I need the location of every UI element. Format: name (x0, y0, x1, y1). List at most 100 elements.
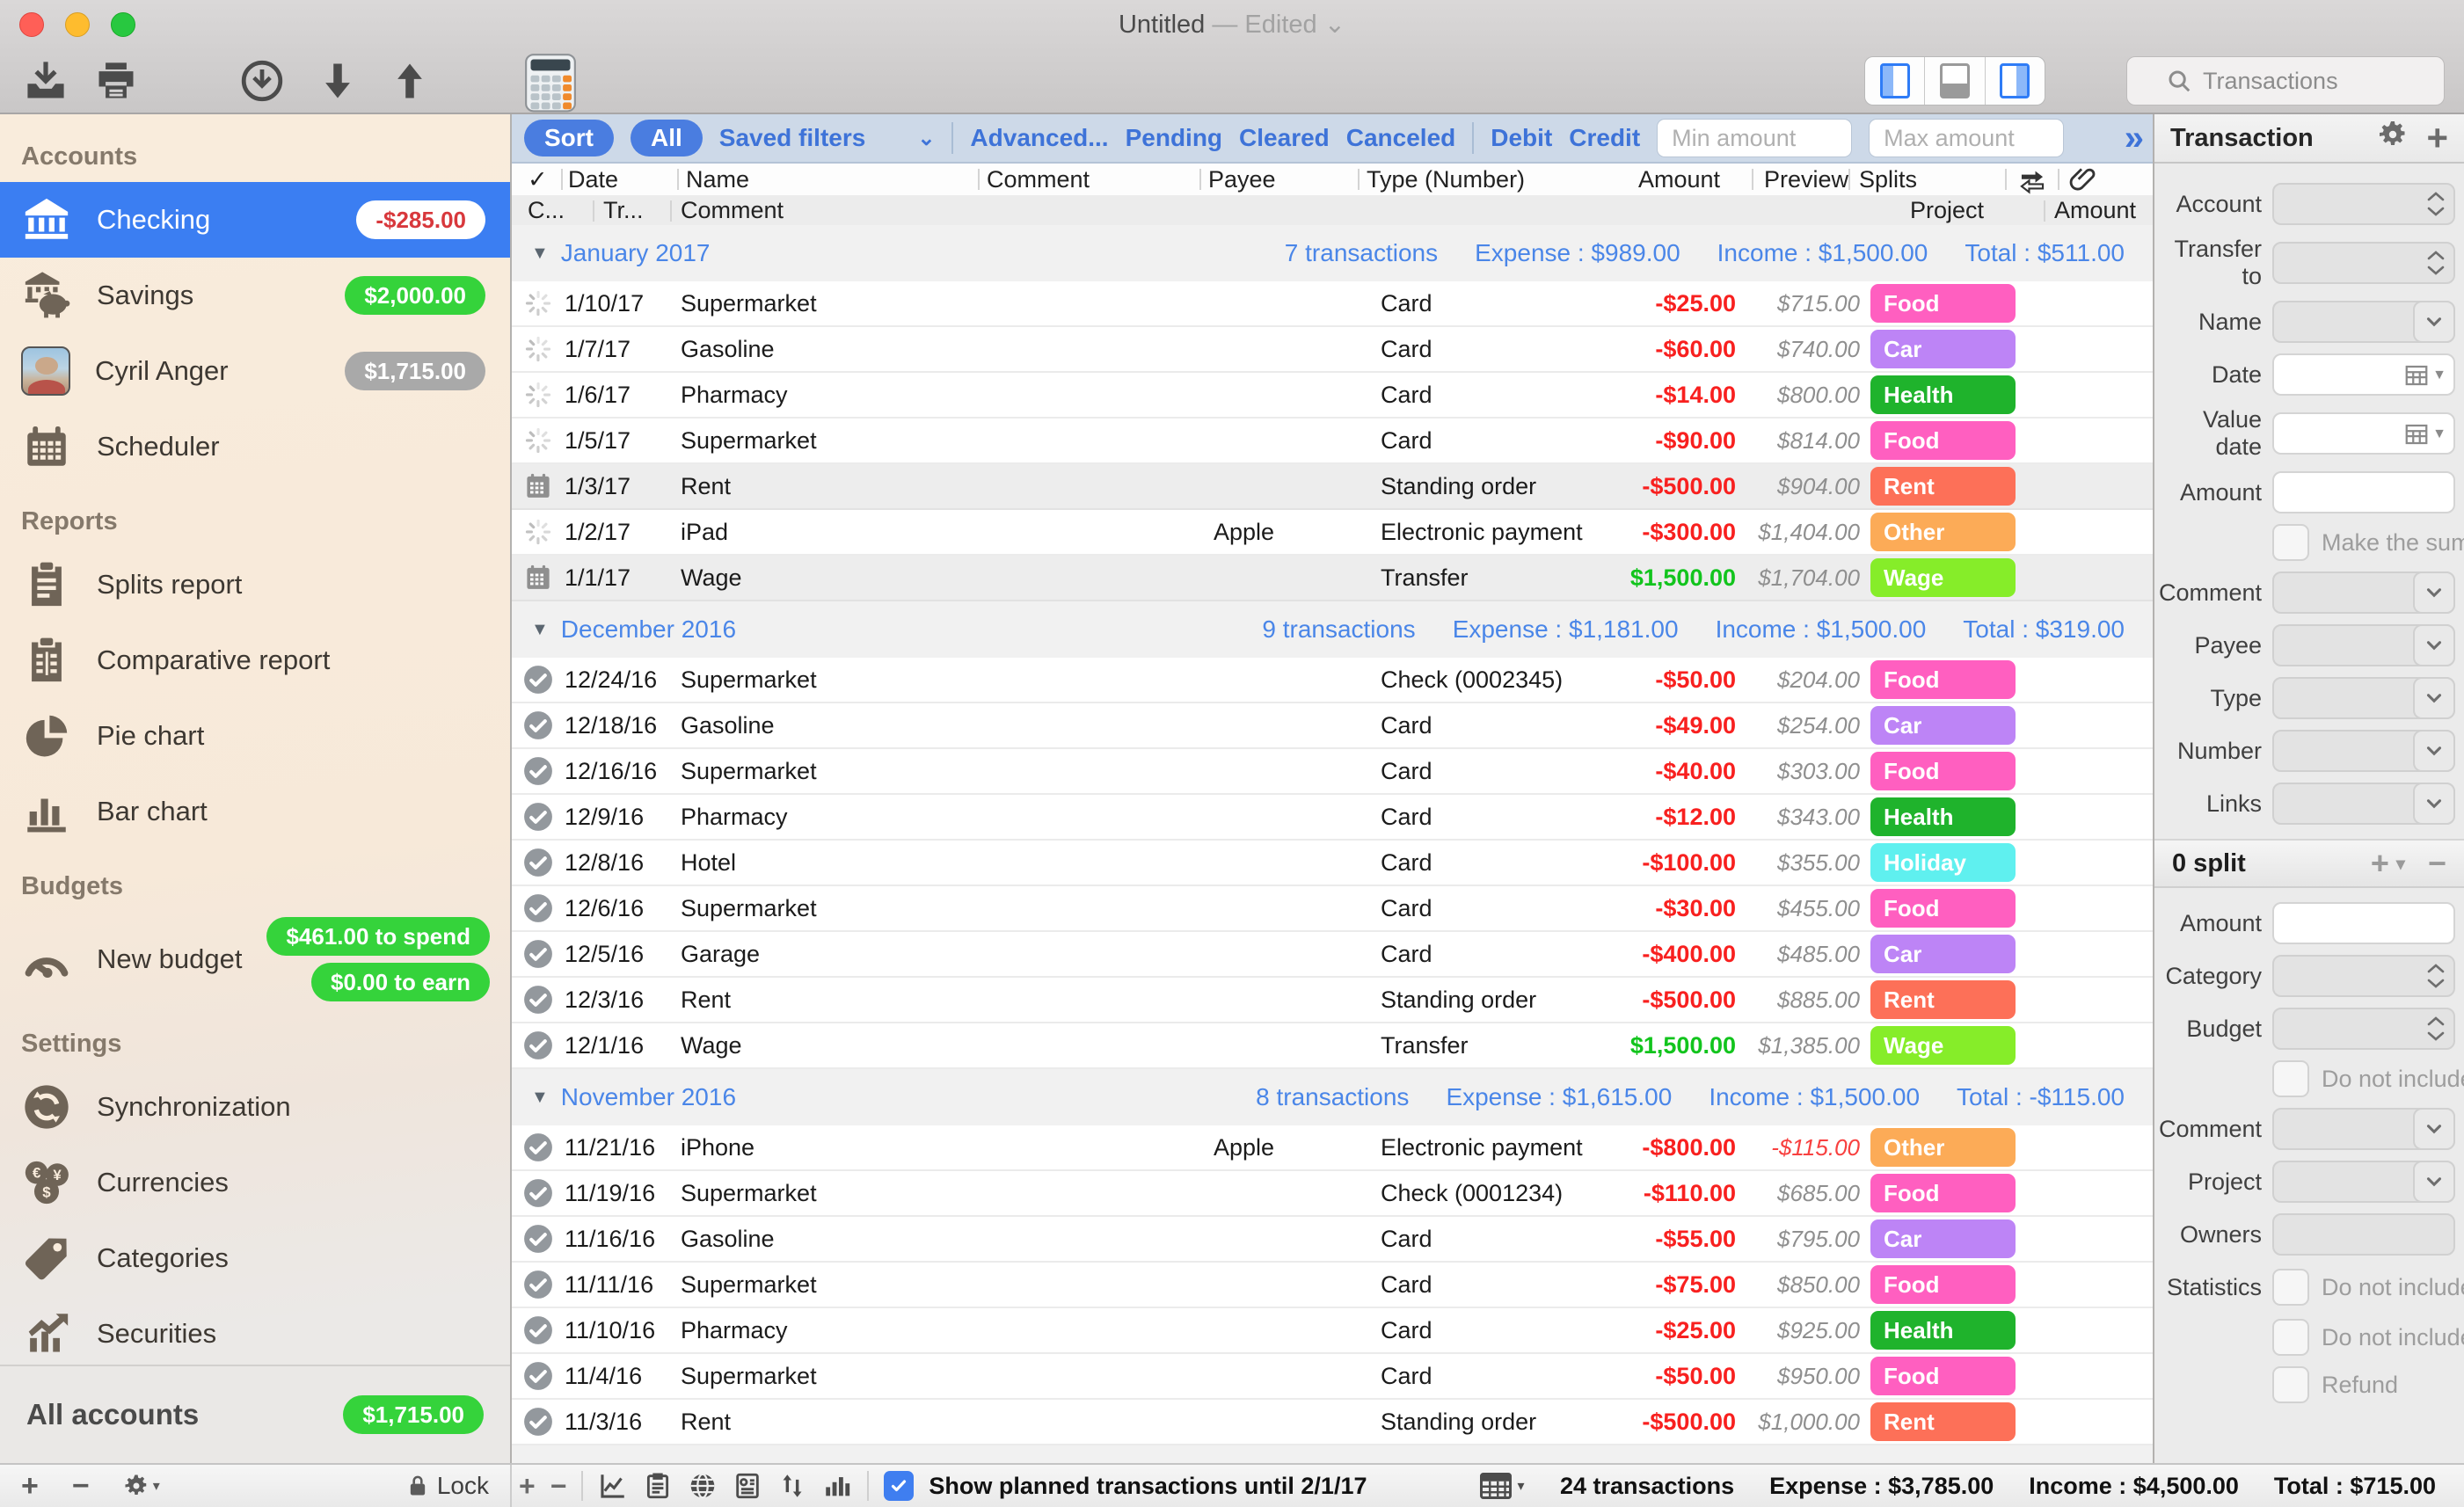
transaction-row[interactable]: 12/5/16GarageCard-$400.00$485.00Car (512, 932, 2153, 978)
filter-credit[interactable]: Credit (1569, 124, 1640, 152)
transaction-row[interactable]: 11/3/16RentStanding order-$500.00$1,000.… (512, 1400, 2153, 1445)
filter-advanced[interactable]: Advanced... (970, 124, 1108, 152)
value-date-field[interactable]: ▼ (2272, 412, 2455, 455)
account-field[interactable] (2272, 183, 2455, 225)
add-split-button[interactable]: + (2371, 845, 2389, 882)
comment-field[interactable] (2272, 571, 2455, 614)
month-section-header[interactable]: ▼December 20169 transactionsExpense : $1… (512, 601, 2153, 658)
chevron-down-icon[interactable] (2413, 677, 2455, 719)
sort-columns-icon[interactable] (777, 1471, 807, 1501)
gear-icon[interactable] (2377, 119, 2409, 157)
amount-field[interactable] (2272, 471, 2455, 513)
category-badge[interactable]: Car (1870, 706, 2016, 745)
calculator-icon[interactable] (524, 53, 577, 111)
transaction-row[interactable]: 11/21/16iPhoneAppleElectronic payment-$8… (512, 1125, 2153, 1171)
paperclip-icon[interactable] (2068, 164, 2098, 195)
column-header-type-number-[interactable]: Type (Number) (1367, 164, 1525, 195)
type-field[interactable] (2272, 677, 2455, 719)
column-header--[interactable]: ✓ (528, 164, 548, 195)
remove-account-button[interactable]: − (72, 1469, 90, 1503)
month-section-header[interactable]: ▼November 20168 transactionsExpense : $1… (512, 1069, 2153, 1125)
column-header-date[interactable]: Date (568, 164, 618, 195)
transaction-row[interactable]: 11/11/16SupermarketCard-$75.00$850.00Foo… (512, 1263, 2153, 1308)
chevron-down-icon[interactable] (2413, 301, 2455, 343)
chevron-down-icon[interactable] (2413, 571, 2455, 614)
number-field[interactable] (2272, 730, 2455, 772)
name-field[interactable] (2272, 301, 2455, 343)
checkbox-refund[interactable] (2272, 1366, 2309, 1403)
column-header-comment[interactable]: Comment (987, 164, 1090, 195)
column-subheader-c-[interactable]: C... (528, 195, 565, 225)
toggle-inspector-button[interactable] (1986, 57, 2045, 105)
stepper-icon[interactable] (2425, 188, 2446, 220)
column-header-name[interactable]: Name (686, 164, 749, 195)
stepper-icon[interactable] (2425, 960, 2446, 992)
title-chevron-icon[interactable]: ⌄ (1324, 11, 1345, 39)
transfer-to-field[interactable] (2272, 242, 2455, 284)
date-field[interactable]: ▼ (2272, 353, 2455, 396)
sidebar-item-categories[interactable]: Categories (0, 1220, 510, 1296)
sidebar-item-securities[interactable]: Securities (0, 1296, 510, 1365)
category-badge[interactable]: Health (1870, 1311, 2016, 1350)
checkbox-make-the-sum-of-[interactable] (2272, 524, 2309, 561)
category-badge[interactable]: Other (1870, 1128, 2016, 1167)
column-subheader-comment[interactable]: Comment (681, 195, 784, 225)
transaction-row[interactable]: 11/19/16SupermarketCheck (0001234)-$110.… (512, 1171, 2153, 1217)
category-badge[interactable]: Food (1870, 889, 2016, 928)
transaction-row[interactable]: 11/10/16PharmacyCard-$25.00$925.00Health (512, 1308, 2153, 1354)
report-clipboard-icon[interactable] (643, 1471, 673, 1501)
import-icon[interactable] (23, 58, 69, 104)
globe-icon[interactable] (688, 1471, 718, 1501)
sidebar-item-pie-chart[interactable]: Pie chart (0, 698, 510, 774)
category-badge[interactable]: Other (1870, 513, 2016, 551)
filter-debit[interactable]: Debit (1491, 124, 1552, 152)
sidebar-item-splits-report[interactable]: Splits report (0, 547, 510, 622)
sidebar-item-bar-chart[interactable]: Bar chart (0, 774, 510, 849)
filter-pending[interactable]: Pending (1126, 124, 1222, 152)
toggle-sidebar-button[interactable] (1865, 57, 1925, 105)
category-badge[interactable]: Food (1870, 284, 2016, 323)
more-filters-chevron-icon[interactable]: » (2125, 119, 2140, 158)
sidebar-item-cyril-anger[interactable]: Cyril Anger$1,715.00 (0, 333, 510, 409)
transaction-row[interactable]: 1/2/17iPadAppleElectronic payment-$300.0… (512, 510, 2153, 556)
category-badge[interactable]: Food (1870, 752, 2016, 790)
transfer-arrows-icon[interactable] (2017, 164, 2047, 195)
add-row-button[interactable]: + (519, 1470, 536, 1503)
checkbox-do-not-include-in-[interactable] (2272, 1060, 2309, 1097)
sidebar-item-scheduler[interactable]: Scheduler (0, 409, 510, 484)
column-header-amount[interactable]: Amount (1588, 164, 1720, 195)
sidebar-item-savings[interactable]: Savings$2,000.00 (0, 258, 510, 333)
filter-cleared[interactable]: Cleared (1239, 124, 1330, 152)
category-badge[interactable]: Rent (1870, 980, 2016, 1019)
category-badge[interactable]: Health (1870, 797, 2016, 836)
column-header-splits[interactable]: Splits (1859, 164, 1917, 195)
column-subheader-tr-[interactable]: Tr... (603, 195, 644, 225)
transaction-row[interactable]: 1/6/17PharmacyCard-$14.00$800.00Health (512, 373, 2153, 419)
category-badge[interactable]: Wage (1870, 558, 2016, 597)
column-header-payee[interactable]: Payee (1208, 164, 1276, 195)
account-actions-gear-icon[interactable]: ▾ (123, 1473, 160, 1499)
transaction-row[interactable]: 12/24/16SupermarketCheck (0002345)-$50.0… (512, 658, 2153, 703)
category-badge[interactable]: Health (1870, 375, 2016, 414)
remove-row-button[interactable]: − (550, 1470, 567, 1503)
category-badge[interactable]: Holiday (1870, 843, 2016, 882)
sort-button[interactable]: Sort (524, 120, 614, 157)
add-split-chevron-icon[interactable]: ▾ (2396, 853, 2405, 875)
disclosure-triangle-icon[interactable]: ▼ (531, 1088, 549, 1108)
sidebar-item-synchronization[interactable]: Synchronization (0, 1069, 510, 1145)
category-field[interactable] (2272, 955, 2455, 997)
saved-filters-chevron-icon[interactable]: ⌄ (917, 126, 935, 151)
sidebar-item-comparative-report[interactable]: Comparative report (0, 622, 510, 698)
transaction-row[interactable]: 1/7/17GasolineCard-$60.00$740.00Car (512, 327, 2153, 373)
column-header-preview[interactable]: Preview (1764, 164, 1848, 195)
chevron-down-icon[interactable] (2413, 1108, 2455, 1150)
invoice-icon[interactable] (733, 1471, 762, 1501)
show-planned-checkbox[interactable] (884, 1471, 914, 1501)
transaction-row[interactable]: 11/16/16GasolineCard-$55.00$795.00Car (512, 1217, 2153, 1263)
sidebar-item-new-budget[interactable]: New budget$461.00 to spend$0.00 to earn (0, 912, 510, 1007)
month-section-header[interactable]: ▼January 20177 transactionsExpense : $98… (512, 225, 2153, 281)
max-amount-input[interactable] (1869, 119, 2064, 157)
lock-button[interactable]: Lock (405, 1472, 489, 1500)
remove-split-button[interactable]: − (2428, 845, 2446, 882)
transaction-row[interactable]: 1/10/17SupermarketCard-$25.00$715.00Food (512, 281, 2153, 327)
